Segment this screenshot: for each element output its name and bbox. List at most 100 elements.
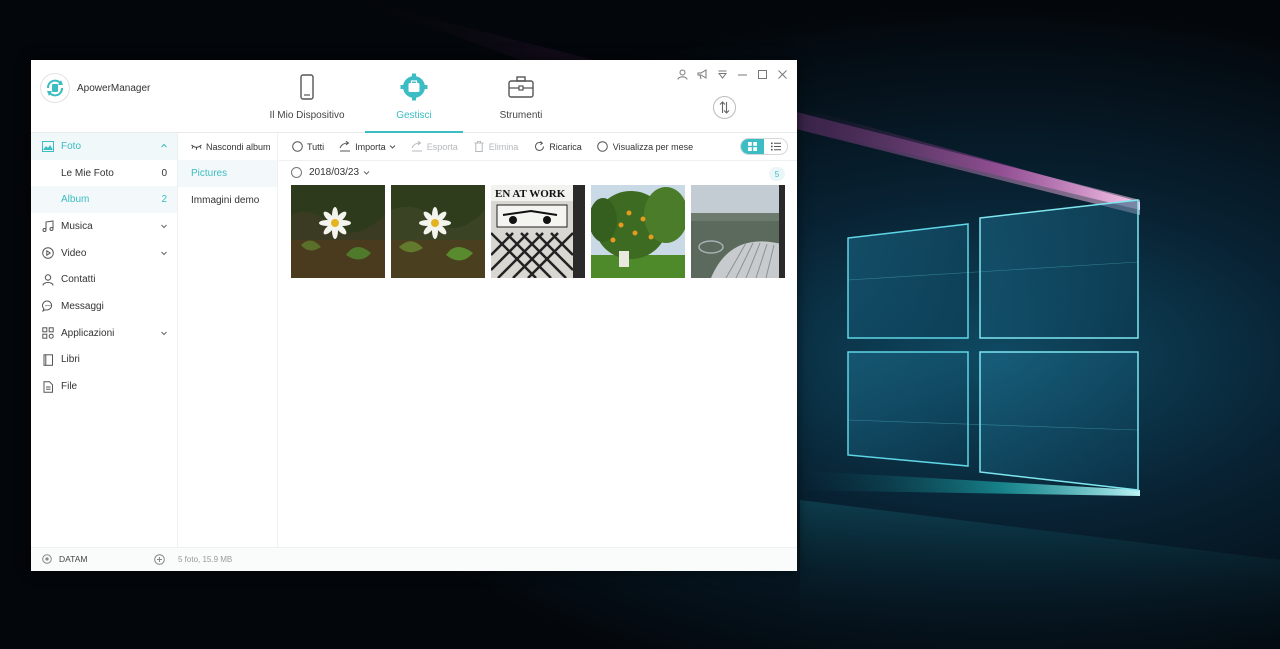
app-name: ApowerManager	[77, 83, 151, 94]
photo-thumbnail[interactable]	[691, 185, 785, 278]
book-icon	[41, 353, 54, 366]
photo-count-badge: 5	[769, 167, 785, 181]
chevron-up-icon	[161, 143, 167, 148]
sidebar-item-musica[interactable]: Musica	[31, 213, 177, 240]
refresh-icon	[533, 141, 545, 153]
photo-thumbnail[interactable]	[391, 185, 485, 278]
date-group-header[interactable]: 2018/03/23	[291, 167, 370, 178]
sidebar-sub-label: Album	[61, 194, 90, 206]
file-icon	[41, 380, 54, 393]
transfer-button[interactable]	[713, 96, 736, 119]
music-icon	[41, 220, 54, 233]
grid-view-button[interactable]	[741, 139, 764, 154]
select-all-label: Tutti	[307, 141, 325, 152]
date-select-radio[interactable]	[291, 167, 302, 178]
window-controls	[675, 67, 789, 81]
sidebar-item-foto[interactable]: Foto	[31, 133, 177, 160]
sidebar-item-libri[interactable]: Libri	[31, 347, 177, 374]
export-icon	[411, 141, 423, 153]
hide-album-button[interactable]: Nascondi album	[178, 133, 277, 160]
album-item-immagini-demo[interactable]: Immagini demo	[178, 187, 277, 214]
sidebar-sub-le-mie-foto[interactable]: Le Mie Foto 0	[31, 160, 177, 187]
city-view-photo	[691, 185, 785, 278]
title-bar: ApowerManager Il Mio Dispositivo Gestisc…	[31, 60, 797, 133]
eye-closed-icon	[191, 144, 202, 150]
chevron-down-icon	[161, 251, 167, 255]
sidebar-item-label: File	[61, 381, 78, 393]
dropdown-menu-icon[interactable]	[715, 67, 729, 81]
sidebar-item-video[interactable]: Video	[31, 240, 177, 267]
photo-thumbnail[interactable]	[591, 185, 685, 278]
tab-label: Il Mio Dispositivo	[269, 110, 345, 121]
svg-text:EN AT WORK: EN AT WORK	[495, 188, 566, 200]
tab-strumenti[interactable]: Strumenti	[477, 60, 565, 133]
apowermanager-window: ApowerManager Il Mio Dispositivo Gestisc…	[31, 60, 797, 571]
phone-icon	[300, 74, 314, 100]
tab-label: Gestisci	[396, 110, 432, 121]
sidebar-item-label: Foto	[61, 140, 82, 152]
album-item-pictures[interactable]: Pictures	[178, 160, 277, 187]
megaphone-icon[interactable]	[695, 67, 709, 81]
select-all-button[interactable]: Tutti	[291, 141, 324, 153]
sidebar-item-contatti[interactable]: Contatti	[31, 266, 177, 293]
refresh-label: Ricarica	[549, 141, 582, 152]
sidebar-item-label: Applicazioni	[61, 327, 115, 339]
tab-gestisci[interactable]: Gestisci	[365, 60, 463, 133]
chevron-down-icon	[161, 224, 167, 229]
hide-album-label: Nascondi album	[206, 141, 271, 152]
list-icon	[770, 142, 781, 151]
import-label: Importa	[355, 141, 386, 152]
maximize-icon[interactable]	[755, 67, 769, 81]
daisy-photo	[391, 185, 485, 278]
export-button[interactable]: Esporta	[411, 141, 458, 153]
chevron-down-icon	[363, 170, 370, 175]
photo-thumbnail[interactable]	[291, 185, 385, 278]
photo-content-area: 2018/03/23 5 EN AT WORK	[279, 161, 797, 547]
chevron-down-icon	[389, 144, 396, 149]
gear-icon	[400, 73, 428, 101]
tab-label: Strumenti	[499, 110, 543, 121]
street-sign-photo: EN AT WORK	[491, 185, 585, 278]
contacts-icon	[41, 273, 54, 286]
view-mode-toggle	[740, 138, 788, 155]
import-button[interactable]: Importa	[339, 141, 396, 153]
sidebar-item-label: Contatti	[61, 274, 96, 286]
status-bar: DATAM 5 foto, 15.9 MB	[31, 547, 797, 571]
sidebar: Foto Le Mie Foto 0 Album 2 Musica Video	[31, 133, 178, 547]
album-list: Nascondi album Pictures Immagini demo	[178, 133, 278, 547]
sidebar-sub-count: 2	[161, 194, 167, 206]
device-name-label: DATAM	[59, 554, 88, 564]
export-label: Esporta	[426, 141, 458, 152]
view-by-month-toggle[interactable]: Visualizza per mese	[597, 141, 693, 153]
sidebar-item-applicazioni[interactable]: Applicazioni	[31, 320, 177, 347]
tab-il-mio-dispositivo[interactable]: Il Mio Dispositivo	[264, 60, 350, 133]
video-icon	[41, 247, 54, 260]
sidebar-item-messaggi[interactable]: Messaggi	[31, 293, 177, 320]
toolbox-icon	[508, 76, 534, 98]
apps-icon	[41, 327, 54, 340]
device-indicator[interactable]: DATAM	[42, 554, 88, 564]
orange-tree-photo	[591, 185, 685, 278]
sidebar-sub-label: Le Mie Foto	[61, 167, 114, 179]
device-status-icon	[42, 554, 52, 564]
list-view-button[interactable]	[764, 139, 787, 154]
add-device-icon[interactable]	[154, 554, 165, 565]
sidebar-item-label: Video	[61, 247, 87, 259]
sidebar-item-label: Messaggi	[61, 300, 104, 312]
daisy-photo	[291, 185, 385, 278]
refresh-button[interactable]: Ricarica	[533, 141, 582, 153]
photo-thumbnail[interactable]: EN AT WORK	[491, 185, 585, 278]
sidebar-item-label: Musica	[61, 220, 93, 232]
sidebar-item-label: Libri	[61, 354, 80, 366]
user-icon[interactable]	[675, 67, 689, 81]
album-item-label: Immagini demo	[191, 195, 260, 206]
grid-icon	[748, 142, 757, 151]
radio-icon	[597, 141, 609, 153]
delete-label: Elimina	[488, 141, 519, 152]
close-icon[interactable]	[775, 67, 789, 81]
sidebar-sub-album[interactable]: Album 2	[31, 186, 177, 214]
sidebar-item-file[interactable]: File	[31, 373, 177, 400]
chevron-down-icon	[161, 331, 167, 336]
minimize-icon[interactable]	[735, 67, 749, 81]
delete-button[interactable]: Elimina	[473, 141, 519, 153]
